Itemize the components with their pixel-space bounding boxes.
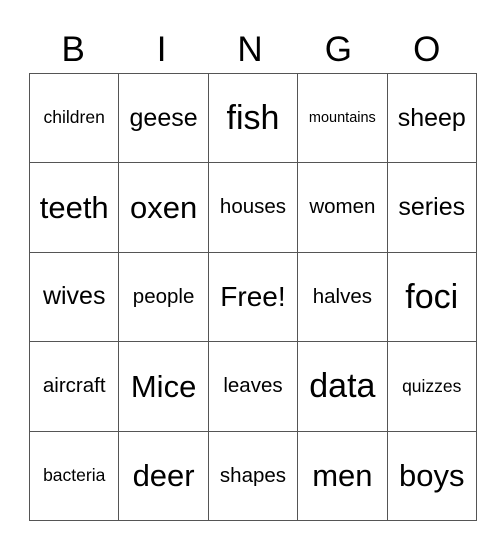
bingo-cell[interactable]: children (28, 72, 120, 164)
bingo-cell[interactable]: sheep (386, 72, 477, 164)
bingo-cell[interactable]: series (386, 162, 477, 253)
bingo-cell[interactable]: leaves (207, 341, 299, 432)
bingo-cell[interactable]: oxen (118, 162, 209, 253)
grid-row: children geese fish mountains sheep (28, 72, 477, 164)
bingo-cell[interactable]: mountains (297, 72, 388, 164)
bingo-cell[interactable]: Mice (118, 341, 209, 432)
bingo-cell[interactable]: teeth (28, 162, 120, 253)
header-letter-o: O (413, 30, 441, 69)
grid-row: bacteria deer shapes men boys (28, 430, 477, 521)
grid-row: aircraft Mice leaves data quizzes (28, 341, 477, 432)
bingo-cell[interactable]: quizzes (386, 341, 477, 432)
header-letter-i: I (156, 30, 167, 69)
bingo-header: B I N G O (29, 28, 471, 72)
bingo-cell[interactable]: men (297, 430, 388, 521)
bingo-cell[interactable]: data (297, 341, 388, 432)
bingo-cell[interactable]: women (297, 162, 388, 253)
header-letter-n: N (237, 30, 263, 69)
header-letter-b: B (61, 30, 85, 69)
grid-row: wives people Free! halves foci (28, 251, 477, 343)
bingo-cell[interactable]: halves (297, 251, 388, 343)
header-letter-g: G (324, 30, 352, 69)
bingo-cell[interactable]: shapes (207, 430, 299, 521)
bingo-grid: children geese fish mountains sheep teet… (28, 72, 477, 521)
free-space-cell[interactable]: Free! (207, 251, 299, 343)
bingo-cell[interactable]: bacteria (28, 430, 120, 521)
bingo-cell[interactable]: geese (118, 72, 209, 164)
bingo-cell[interactable]: boys (386, 430, 477, 521)
bingo-cell[interactable]: people (118, 251, 209, 343)
bingo-cell[interactable]: foci (386, 251, 477, 343)
grid-row: teeth oxen houses women series (28, 162, 477, 253)
bingo-cell[interactable]: houses (207, 162, 299, 253)
bingo-cell[interactable]: aircraft (28, 341, 120, 432)
bingo-cell[interactable]: fish (207, 72, 299, 164)
bingo-cell[interactable]: wives (28, 251, 120, 343)
bingo-cell[interactable]: deer (118, 430, 209, 521)
